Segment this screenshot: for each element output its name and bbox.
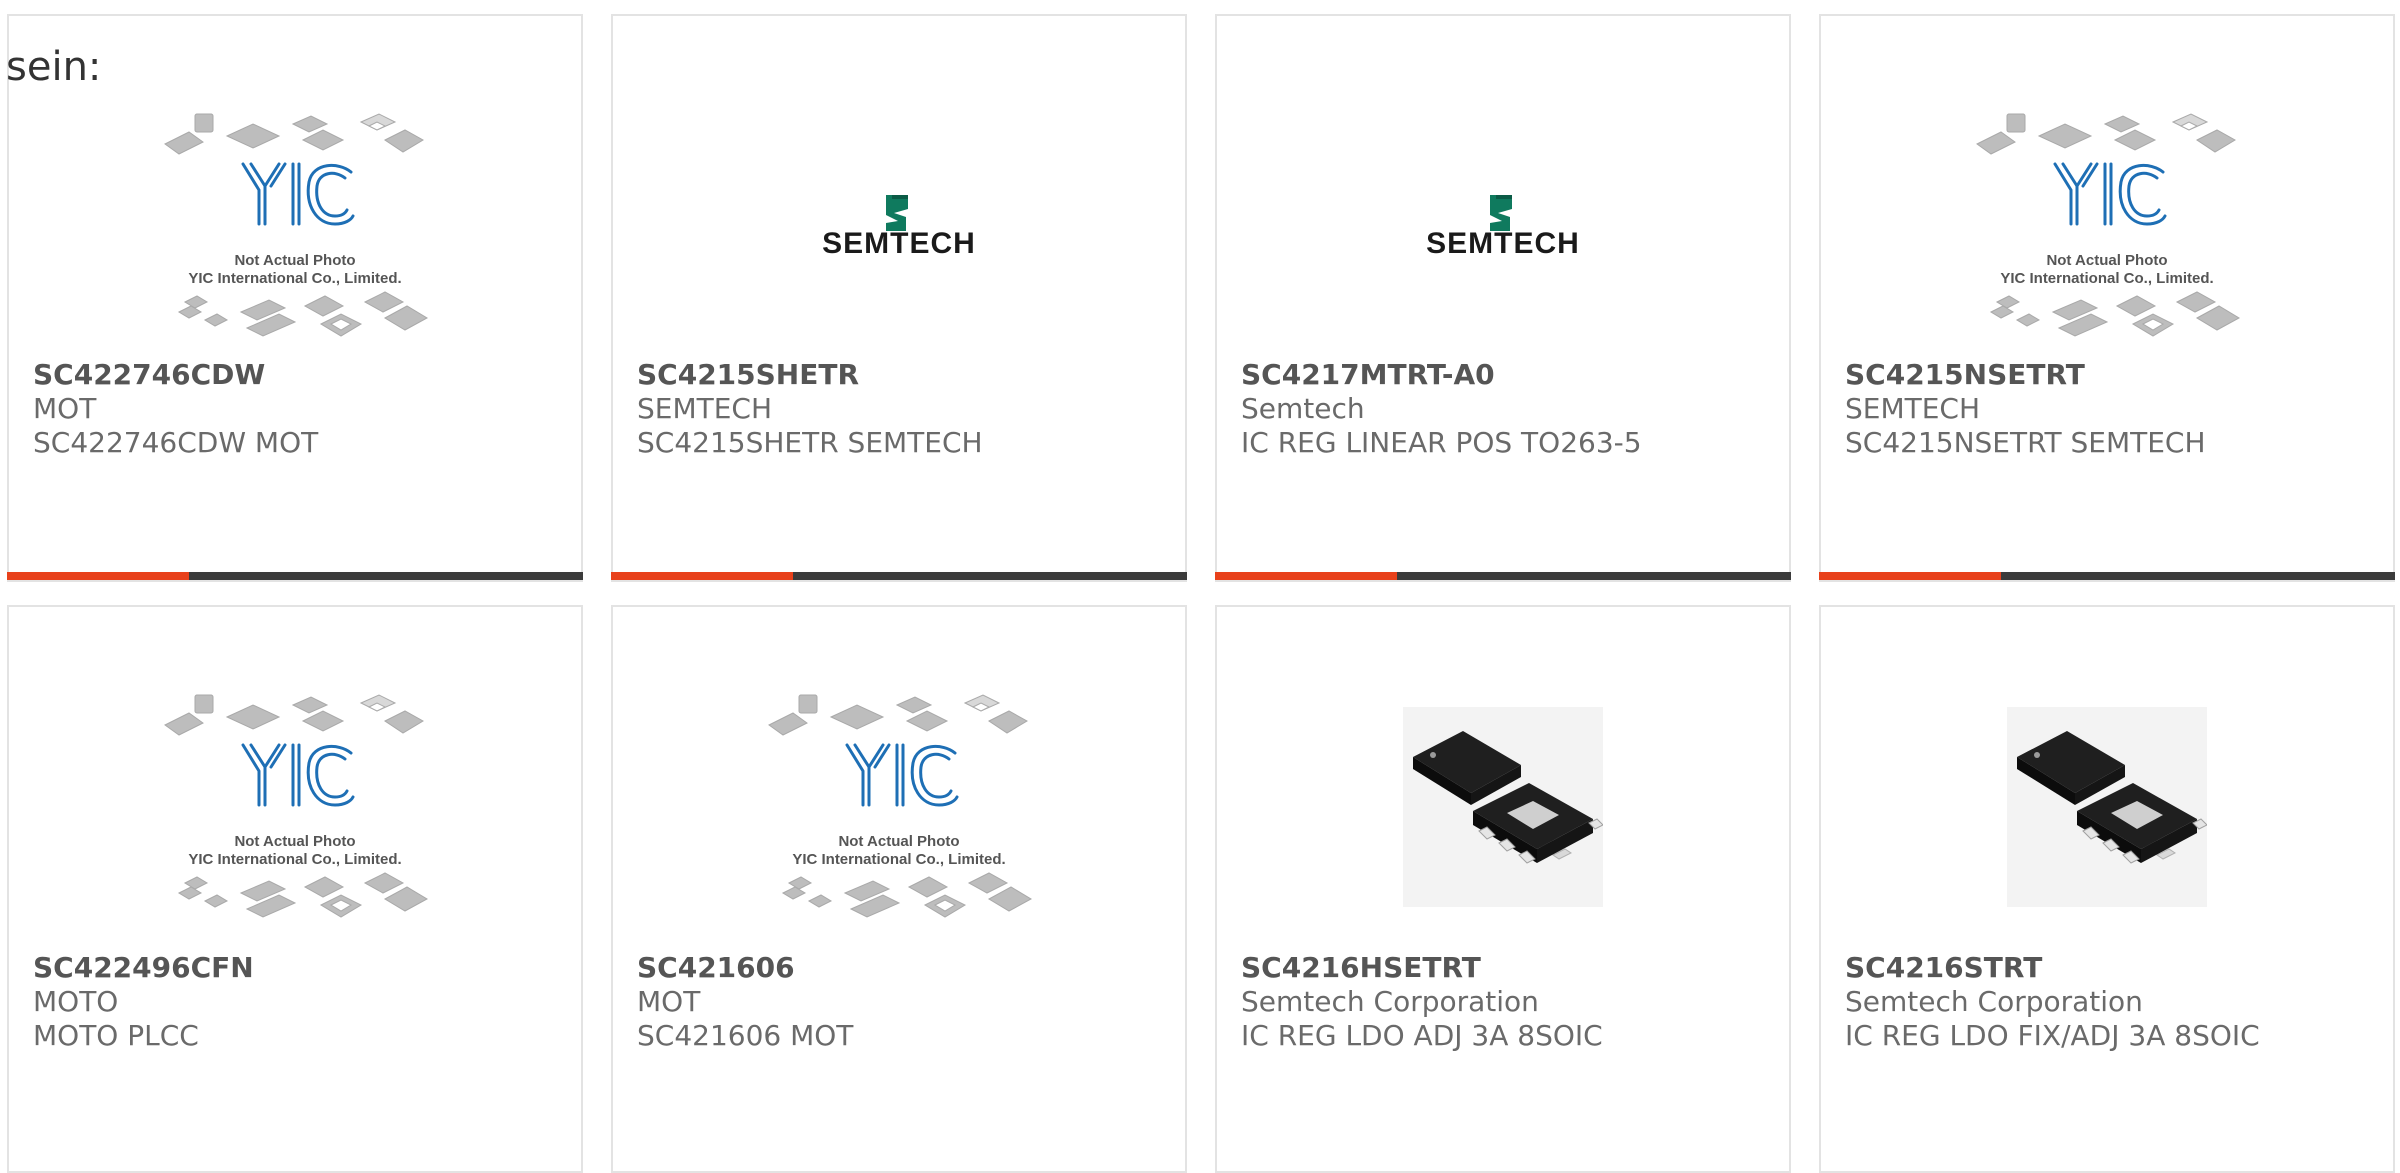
photo-caption-line1: Not Actual Photo xyxy=(234,252,356,269)
product-grid: Not Actual Photo YIC International Co., … xyxy=(0,0,2400,1173)
description: MOTO PLCC xyxy=(33,1019,199,1052)
part-number-link[interactable]: SC4216HSETRT xyxy=(1241,951,1779,985)
product-card[interactable]: Not Actual Photo YIC International Co., … xyxy=(7,14,583,582)
part-number-link[interactable]: SC4216STRT xyxy=(1845,951,2383,985)
description: IC REG LINEAR POS TO263-5 xyxy=(1241,426,1642,459)
chip-photo-icon xyxy=(1403,707,1603,907)
manufacturer: MOT xyxy=(637,985,701,1018)
photo-caption-line2: YIC International Co., Limited. xyxy=(792,851,1006,868)
semtech-logo-icon xyxy=(1398,191,1608,261)
card-bottom-bar xyxy=(7,572,583,580)
product-card[interactable]: Not Actual Photo YIC International Co., … xyxy=(611,605,1187,1173)
semtech-logo-icon xyxy=(794,191,1004,261)
part-number-link[interactable]: SC422496CFN xyxy=(33,951,571,985)
card-bottom-bar xyxy=(1819,572,2395,580)
part-number-link[interactable]: SC4215SHETR xyxy=(637,358,1175,392)
photo-caption-line2: YIC International Co., Limited. xyxy=(188,851,402,868)
description: SC422746CDW MOT xyxy=(33,426,319,459)
intro-text: sein: xyxy=(6,44,102,90)
product-card[interactable]: SC4216HSETRT Semtech Corporation IC REG … xyxy=(1215,605,1791,1173)
photo-caption-line2: YIC International Co., Limited. xyxy=(2000,270,2214,287)
product-card[interactable]: Not Actual Photo YIC International Co., … xyxy=(1819,14,2395,582)
manufacturer: SEMTECH xyxy=(637,392,773,425)
product-card[interactable]: SC4215SHETR SEMTECH SC4215SHETR SEMTECH xyxy=(611,14,1187,582)
photo-caption-line1: Not Actual Photo xyxy=(234,833,356,850)
manufacturer: MOTO xyxy=(33,985,119,1018)
manufacturer: Semtech xyxy=(1241,392,1365,425)
part-number-link[interactable]: SC422746CDW xyxy=(33,358,571,392)
not-actual-photo-image: Not Actual Photo YIC International Co., … xyxy=(9,106,581,346)
part-number-link[interactable]: SC4215NSETRT xyxy=(1845,358,2383,392)
manufacturer: Semtech Corporation xyxy=(1845,985,2143,1018)
semtech-logo-image xyxy=(613,106,1185,346)
photo-caption-line2: YIC International Co., Limited. xyxy=(188,270,402,287)
soic-8-chip-image xyxy=(1217,687,1789,927)
chip-photo-icon xyxy=(2007,707,2207,907)
part-number-link[interactable]: SC4217MTRT-A0 xyxy=(1241,358,1779,392)
photo-caption-line1: Not Actual Photo xyxy=(838,833,960,850)
part-number-link[interactable]: SC421606 xyxy=(637,951,1175,985)
description: SC4215SHETR SEMTECH xyxy=(637,426,983,459)
description: IC REG LDO FIX/ADJ 3A 8SOIC xyxy=(1845,1019,2260,1052)
soic-8-chip-image xyxy=(1821,687,2393,927)
not-actual-photo-image: Not Actual Photo YIC International Co., … xyxy=(1821,106,2393,346)
description: SC4215NSETRT SEMTECH xyxy=(1845,426,2206,459)
card-bottom-bar xyxy=(1215,572,1791,580)
product-card[interactable]: SC4216STRT Semtech Corporation IC REG LD… xyxy=(1819,605,2395,1173)
photo-caption-line1: Not Actual Photo xyxy=(2046,252,2168,269)
not-actual-photo-image: Not Actual Photo YIC International Co., … xyxy=(613,687,1185,927)
product-card[interactable]: SC4217MTRT-A0 Semtech IC REG LINEAR POS … xyxy=(1215,14,1791,582)
not-actual-photo-image: Not Actual Photo YIC International Co., … xyxy=(9,687,581,927)
card-bottom-bar xyxy=(611,572,1187,580)
semtech-logo-image xyxy=(1217,106,1789,346)
description: IC REG LDO ADJ 3A 8SOIC xyxy=(1241,1019,1603,1052)
manufacturer: Semtech Corporation xyxy=(1241,985,1539,1018)
manufacturer: MOT xyxy=(33,392,97,425)
description: SC421606 MOT xyxy=(637,1019,854,1052)
product-card[interactable]: Not Actual Photo YIC International Co., … xyxy=(7,605,583,1173)
manufacturer: SEMTECH xyxy=(1845,392,1981,425)
